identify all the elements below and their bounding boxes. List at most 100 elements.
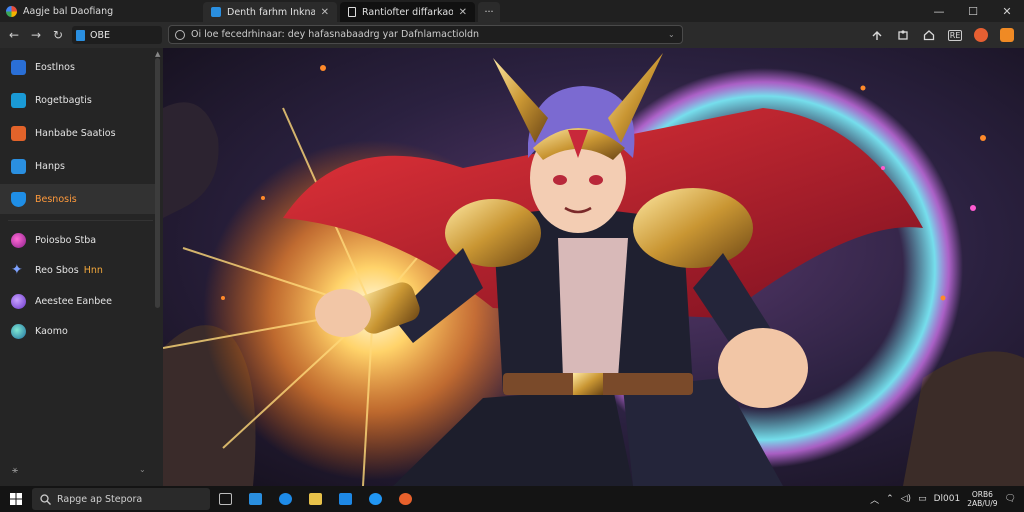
spark-icon: ✦ xyxy=(11,261,23,278)
account-avatar-icon xyxy=(974,28,988,42)
tray-overflow-icon[interactable]: ︿ xyxy=(870,493,879,506)
start-button[interactable] xyxy=(0,486,32,512)
sidebar-item-8[interactable]: Kaomo xyxy=(0,316,155,346)
sidebar-item-label: Rogetbagtis xyxy=(35,94,92,106)
account-button[interactable] xyxy=(970,25,992,45)
page-icon xyxy=(11,158,26,174)
profile-chip-icon xyxy=(76,29,85,41)
folder-app-button[interactable] xyxy=(300,486,330,512)
taskbar-search-placeholder: Rapge ap Stepora xyxy=(57,493,143,505)
sidebar-item-7[interactable]: Aeestee Eanbee xyxy=(0,286,155,316)
record-app-icon xyxy=(398,493,412,505)
more-icon: ··· xyxy=(484,6,494,18)
network-icon[interactable]: ⌃ xyxy=(886,494,894,504)
task-view-icon xyxy=(218,493,232,505)
battery-icon[interactable]: ▭ xyxy=(918,494,927,504)
url-dropdown-icon[interactable]: ⌄ xyxy=(668,30,682,39)
sidebar-item-label: Kaomo xyxy=(35,325,68,337)
tab-1[interactable]: Denth farhm Inknabeols ✕ xyxy=(203,2,337,22)
shield-icon xyxy=(11,191,26,207)
tools-icon xyxy=(11,59,26,75)
tab-2-active[interactable]: Rantiofter diffarkaor ✕ xyxy=(340,2,475,22)
sidebar-scrollbar[interactable] xyxy=(155,58,160,308)
sidebar-item-0[interactable]: Eostlnos xyxy=(0,52,155,82)
address-bar[interactable]: Oi loe fecedrhinaar: dey hafasnabaadrg y… xyxy=(168,25,683,44)
taskbar-search[interactable]: Rapge ap Stepora xyxy=(32,488,210,510)
tab-favicon-icon xyxy=(211,7,221,17)
home-button[interactable] xyxy=(918,25,940,45)
task-view-button[interactable] xyxy=(210,486,240,512)
close-window-button[interactable]: ✕ xyxy=(990,0,1024,22)
share-button[interactable] xyxy=(866,25,888,45)
tab-label: Denth farhm Inknabeols xyxy=(227,6,315,18)
anime-hero-illustration xyxy=(163,48,1024,486)
sidebar-item-label: Reo Sbos xyxy=(35,264,79,276)
browser-app-icon xyxy=(368,493,382,505)
sidebar: ▲ Eostlnos Rogetbagtis Hanbabe Saatios H… xyxy=(0,48,163,486)
title-bar: Aagje bal Daofiang Denth farhm Inknabeol… xyxy=(0,0,1024,22)
sidebar-item-label: Hanps xyxy=(35,160,65,172)
sidebar-item-label: Aeestee Eanbee xyxy=(35,295,112,307)
profile-chip[interactable]: OBE xyxy=(72,26,162,44)
sidebar-item-label: Poiosbo Stba xyxy=(35,234,97,246)
record-app-button[interactable] xyxy=(390,486,420,512)
taskbar: Rapge ap Stepora ︿ ⌃ ◁) ▭ Dl001 ORB6 2AB… xyxy=(0,486,1024,512)
reader-button[interactable]: RE xyxy=(944,25,966,45)
extensions-button[interactable] xyxy=(892,25,914,45)
sidebar-item-5[interactable]: Poiosbo Stba xyxy=(0,225,155,255)
back-button[interactable]: ← xyxy=(3,24,25,46)
globe-icon xyxy=(11,323,26,339)
sidebar-item-6[interactable]: ✦ Reo Sbos Hnn xyxy=(0,255,155,285)
orb-icon xyxy=(11,232,26,248)
document-icon xyxy=(348,7,356,17)
tray-time-label[interactable]: Dl001 xyxy=(934,494,961,504)
forward-button[interactable]: → xyxy=(25,24,47,46)
window-controls: — ☐ ✕ xyxy=(922,0,1024,22)
search-icon xyxy=(40,493,51,505)
system-tray: ︿ ⌃ ◁) ▭ Dl001 ORB6 2AB/U/9 🗨 xyxy=(870,486,1024,512)
tab-close-icon[interactable]: ✕ xyxy=(459,7,467,18)
windows-logo-icon xyxy=(10,493,22,505)
planet-icon xyxy=(11,293,26,309)
store-app-button[interactable] xyxy=(240,486,270,512)
folder-app-icon xyxy=(308,493,322,505)
share-icon xyxy=(872,31,882,40)
sidebar-item-3[interactable]: Hanps xyxy=(0,151,155,181)
extension-badge-icon xyxy=(1000,28,1014,42)
mail-app-icon xyxy=(338,493,352,505)
edge-app-icon xyxy=(278,493,292,505)
edge-app-button[interactable] xyxy=(270,486,300,512)
url-text[interactable]: Oi loe fecedrhinaar: dey hafasnabaadrg y… xyxy=(191,29,662,40)
sidebar-item-4-active[interactable]: Besnosis xyxy=(0,184,155,214)
maximize-button[interactable]: ☐ xyxy=(956,0,990,22)
mail-app-button[interactable] xyxy=(330,486,360,512)
sidebar-item-label: Besnosis xyxy=(35,193,77,205)
tab-overflow-button[interactable]: ··· xyxy=(478,2,500,22)
sidebar-collapse-icon[interactable]: ⌄ xyxy=(139,465,146,474)
app-title: Aagje bal Daofiang xyxy=(0,0,200,22)
minimize-button[interactable]: — xyxy=(922,0,956,22)
tab-label: Rantiofter diffarkaor xyxy=(362,6,453,18)
toolbar-actions: RE xyxy=(866,25,1018,45)
sidebar-item-2[interactable]: Hanbabe Saatios xyxy=(0,118,155,148)
reload-button[interactable]: ↻ xyxy=(47,24,69,46)
sidebar-item-badge: Hnn xyxy=(83,264,103,276)
notification-icon[interactable]: 🗨 xyxy=(1005,494,1016,504)
browser-toolbar: ← → ↻ OBE Oi loe fecedrhinaar: dey hafas… xyxy=(0,22,1024,48)
sidebar-settings-icon[interactable]: ⚹ xyxy=(12,465,18,476)
clock-line-2: 2AB/U/9 xyxy=(967,499,998,508)
grid-icon xyxy=(11,125,26,141)
puzzle-icon xyxy=(898,30,908,40)
clock[interactable]: ORB6 2AB/U/9 xyxy=(967,490,997,508)
tab-close-icon[interactable]: ✕ xyxy=(321,7,329,18)
extension-orange-button[interactable] xyxy=(996,25,1018,45)
hero-artwork-image xyxy=(163,48,1024,486)
volume-icon[interactable]: ◁) xyxy=(901,494,911,504)
sidebar-divider xyxy=(8,220,153,221)
reader-icon: RE xyxy=(947,29,963,41)
sidebar-item-1[interactable]: Rogetbagtis xyxy=(0,85,155,115)
site-info-icon[interactable] xyxy=(175,29,185,40)
browser-app-button[interactable] xyxy=(360,486,390,512)
scroll-up-icon[interactable]: ▲ xyxy=(155,50,160,58)
app-title-text: Aagje bal Daofiang xyxy=(23,5,114,17)
